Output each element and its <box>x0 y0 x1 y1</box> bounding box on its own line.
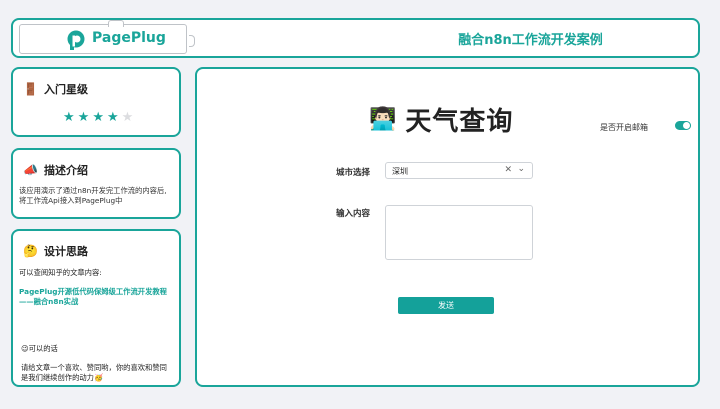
star-icon[interactable]: ★ <box>78 111 90 124</box>
pageplug-logo-icon <box>67 30 85 50</box>
email-toggle[interactable] <box>675 121 691 130</box>
design-title-text: 设计思路 <box>43 245 88 258</box>
design-card-title: 🤔 设计思路 <box>23 243 88 259</box>
level-card-title: 🚪 入门星级 <box>23 81 88 97</box>
form-title: 👨🏻‍💻 天气查询 <box>369 101 513 138</box>
email-toggle-label: 是否开启邮箱 <box>600 123 648 132</box>
star-icon[interactable]: ★ <box>92 111 104 124</box>
clear-icon[interactable]: ✕ <box>504 165 512 175</box>
chevron-down-icon[interactable]: ⌄ <box>517 164 525 174</box>
send-button[interactable]: 发送 <box>398 297 494 314</box>
intro-card: 📣 描述介绍 该应用演示了通过n8n开发完工作流的内容后,将工作流Api接入到P… <box>11 148 181 219</box>
star-icon[interactable]: ★ <box>107 111 119 124</box>
weather-form-card: 👨🏻‍💻 天气查询 是否开启邮箱 城市选择 深圳 ✕ ⌄ 输入内容 发送 <box>195 67 700 387</box>
design-card: 🤔 设计思路 可以查阅知乎的文章内容: PagePlug开源低代码保姆级工作流开… <box>11 229 181 387</box>
logo-resize-handle[interactable] <box>189 35 195 47</box>
input-label: 输入内容 <box>336 209 371 219</box>
logo-handle-top <box>108 20 124 27</box>
city-label: 城市选择 <box>336 168 371 178</box>
thinking-face-icon: 🤔 <box>23 244 38 258</box>
intro-description: 该应用演示了通过n8n开发完工作流的内容后,将工作流Api接入到PagePlug… <box>19 186 167 205</box>
level-title-text: 入门星级 <box>43 83 88 96</box>
megaphone-icon: 📣 <box>23 163 38 177</box>
form-title-text: 天气查询 <box>405 107 514 137</box>
logo-widget[interactable]: PagePlug <box>19 20 187 54</box>
technologist-icon: 👨🏻‍💻 <box>369 107 398 132</box>
city-select[interactable]: 深圳 ✕ ⌄ <box>385 162 533 179</box>
star-rating[interactable]: ★ ★ ★ ★ ★ <box>63 111 133 124</box>
star-icon[interactable]: ★ <box>122 111 134 124</box>
content-textarea[interactable] <box>385 205 533 260</box>
app-header: PagePlug 融合n8n工作流开发案例 <box>11 18 700 58</box>
brand-name: PagePlug <box>92 30 166 46</box>
city-select-value: 深圳 <box>392 167 408 176</box>
toggle-knob <box>683 122 690 129</box>
page-title: 融合n8n工作流开发案例 <box>458 32 603 48</box>
intro-card-title: 📣 描述介绍 <box>23 162 88 178</box>
design-line: 可以查阅知乎的文章内容: <box>19 268 102 277</box>
level-card: 🚪 入门星级 ★ ★ ★ ★ ★ <box>11 67 181 137</box>
star-icon[interactable]: ★ <box>63 111 75 124</box>
intro-title-text: 描述介绍 <box>43 164 88 177</box>
ok-title: 😉可以的话 <box>21 344 58 353</box>
door-icon: 🚪 <box>23 82 38 96</box>
ok-text: 请给文章一个喜欢、赞同哟，你的喜欢和赞同是我们继续创作的动力🥳 <box>21 363 167 382</box>
article-link[interactable]: PagePlug开源低代码保姆级工作流开发教程——融合n8n实战 <box>19 287 173 307</box>
